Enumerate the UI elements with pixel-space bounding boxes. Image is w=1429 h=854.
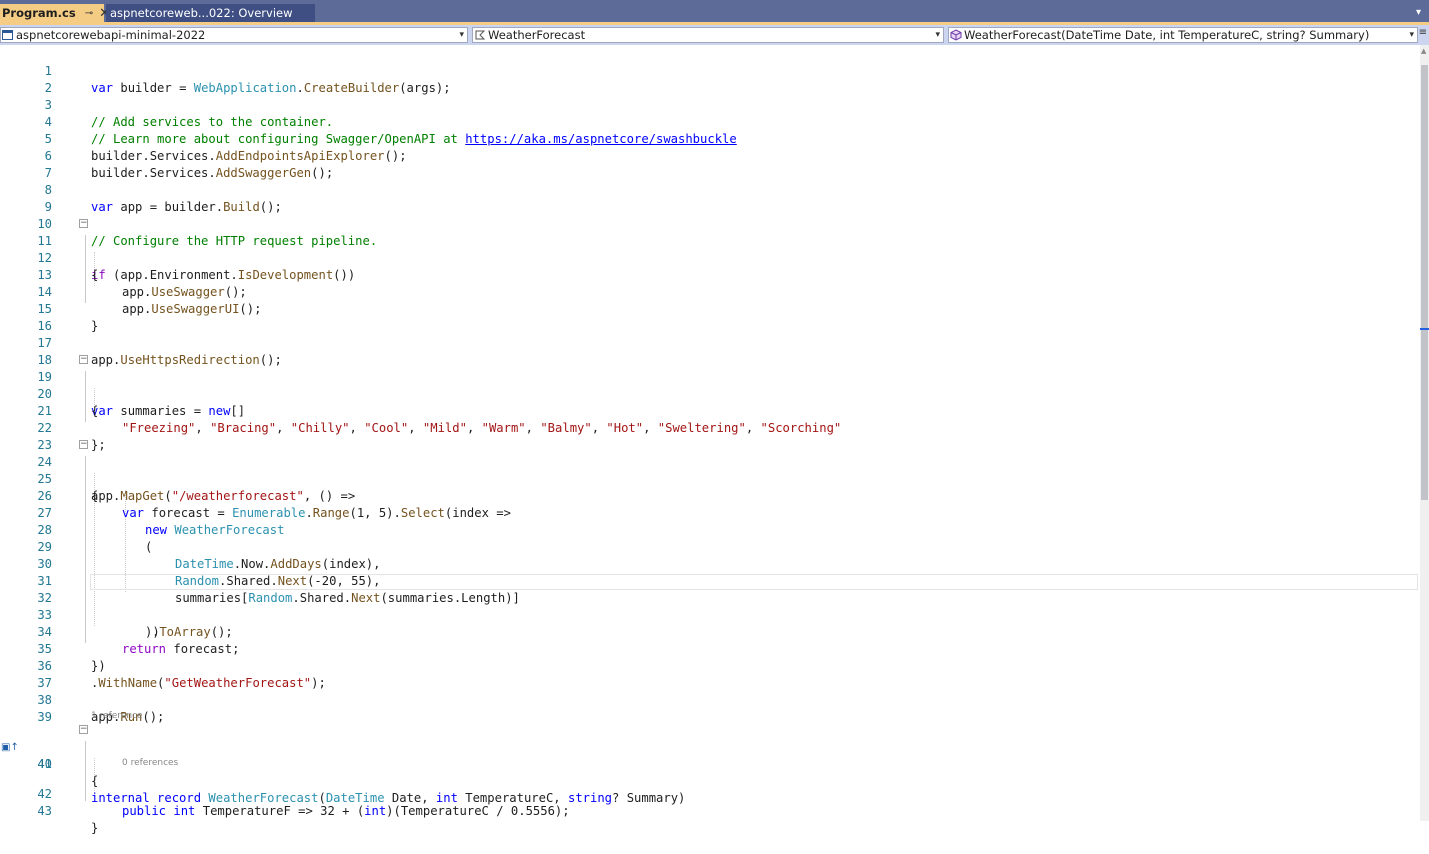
code-line: 30 Random.Shared.Next(-20, 55), xyxy=(0,539,1418,588)
code-line: 17 app.UseHttpsRedirection(); xyxy=(0,318,1418,367)
collapse-icon[interactable]: − xyxy=(79,219,88,228)
method-cube-icon xyxy=(950,29,962,41)
code-line: 25 { xyxy=(0,454,1418,503)
code-line: 4 // Learn more about configuring Swagge… xyxy=(0,97,1418,146)
code-line: 35 }) xyxy=(0,624,1418,673)
code-line: 5 builder.Services.AddEndpointsApiExplor… xyxy=(0,114,1418,163)
code-line: 21 "Freezing", "Bracing", "Chilly", "Coo… xyxy=(0,386,1418,435)
scroll-up-arrow-icon[interactable]: ▲ xyxy=(1421,47,1426,55)
code-line: 24 − app.MapGet("/weatherforecast", () =… xyxy=(0,437,1418,504)
code-line: 18 xyxy=(0,335,1418,367)
code-line-current: 32 )) xyxy=(0,573,1418,639)
split-editor-icon[interactable]: ≡ xyxy=(1419,27,1427,38)
collapse-icon[interactable]: − xyxy=(79,725,88,734)
code-line: 29 DateTime.Now.AddDays(index), xyxy=(0,522,1418,571)
code-line: 34 return forecast; xyxy=(0,607,1418,656)
tab-overview-label: aspnetcoreweb...022: Overview xyxy=(110,6,293,20)
code-line: 33 .ToArray(); xyxy=(0,590,1418,639)
tab-program-cs[interactable]: Program.cs ⊸ ✕ xyxy=(0,4,110,22)
code-line: 31 summaries[Random.Shared.Next(summarie… xyxy=(0,556,1418,605)
collapse-icon[interactable]: − xyxy=(79,440,88,449)
code-line: 20 { xyxy=(0,369,1418,418)
code-line: 11 − if (app.Environment.IsDevelopment()… xyxy=(0,216,1418,283)
code-text: public int TemperatureF => 32 + (int)(Te… xyxy=(122,804,570,818)
code-line: 16 xyxy=(0,301,1418,333)
code-line: 26 var forecast = Enumerable.Range(1, 5)… xyxy=(0,471,1418,520)
chevron-down-icon: ▾ xyxy=(1409,30,1414,40)
tab-overview[interactable]: aspnetcoreweb...022: Overview xyxy=(106,4,315,22)
project-dropdown[interactable]: aspnetcorewebapi-minimal-2022 ▾ xyxy=(0,27,468,43)
csharp-project-icon xyxy=(2,29,14,41)
class-icon xyxy=(474,29,486,41)
code-line: 10 // Configure the HTTP request pipelin… xyxy=(0,199,1418,248)
code-line: 36 .WithName("GetWeatherForecast"); xyxy=(0,641,1418,690)
code-line: 15 } xyxy=(0,284,1418,333)
code-line: 42 public int TemperatureF => 32 + (int)… xyxy=(0,769,1418,818)
code-line: 14 app.UseSwaggerUI(); xyxy=(0,267,1418,316)
code-line: 6 builder.Services.AddSwaggerGen(); xyxy=(0,131,1418,180)
collapse-icon[interactable]: − xyxy=(79,355,88,364)
chevron-down-icon: ▾ xyxy=(935,30,940,40)
chevron-down-icon: ▾ xyxy=(459,30,464,40)
code-line: 43 } xyxy=(0,786,1418,835)
code-editor[interactable]: 1 var builder = WebApplication.CreateBui… xyxy=(0,45,1420,835)
code-line: 19 − var summaries = new[] xyxy=(0,352,1418,419)
vertical-scrollbar[interactable]: ▲ xyxy=(1420,45,1429,821)
code-line: 37 xyxy=(0,658,1418,690)
type-dropdown-label: WeatherForecast xyxy=(488,28,586,42)
code-line: 13 app.UseSwagger(); xyxy=(0,250,1418,299)
member-dropdown[interactable]: WeatherForecast(DateTime Date, int Tempe… xyxy=(948,27,1418,43)
code-line: 7 xyxy=(0,148,1418,180)
document-tab-strip: Program.cs ⊸ ✕ aspnetcoreweb...022: Over… xyxy=(0,0,1429,25)
code-text: } xyxy=(91,821,99,835)
code-line: 39 xyxy=(0,692,1418,724)
code-line: 8 var app = builder.Build(); xyxy=(0,165,1418,214)
caret-position-marker xyxy=(1420,328,1429,330)
code-line: 27 new WeatherForecast xyxy=(0,488,1418,537)
project-dropdown-label: aspnetcorewebapi-minimal-2022 xyxy=(16,28,206,42)
code-line: 1 var builder = WebApplication.CreateBui… xyxy=(0,46,1418,95)
tab-overflow-chevron-icon[interactable]: ▾ xyxy=(1416,7,1421,18)
code-line: 23 xyxy=(0,420,1418,452)
type-dropdown[interactable]: WeatherForecast ▾ xyxy=(472,27,944,43)
member-dropdown-label: WeatherForecast(DateTime Date, int Tempe… xyxy=(964,28,1370,42)
code-line: 3 // Add services to the container. xyxy=(0,80,1418,129)
code-line: ▣↑ 40 − internal record WeatherForecast(… xyxy=(0,722,1418,806)
code-line: 22 }; xyxy=(0,403,1418,452)
scrollbar-thumb[interactable] xyxy=(1421,65,1428,500)
code-line: 41 { xyxy=(0,739,1418,788)
navigation-bar: aspnetcorewebapi-minimal-2022 ▾ WeatherF… xyxy=(0,25,1429,45)
code-line: 28 ( xyxy=(0,505,1418,554)
code-line: 38 app.Run(); xyxy=(0,675,1418,724)
tab-program-cs-label: Program.cs xyxy=(2,6,76,20)
code-line: 12 { xyxy=(0,233,1418,282)
pin-icon[interactable]: ⊸ xyxy=(85,8,93,19)
code-line: 2 xyxy=(0,63,1418,95)
current-line-highlight xyxy=(90,574,1418,590)
line-number: 43 xyxy=(37,804,52,818)
code-line: 9 xyxy=(0,182,1418,214)
